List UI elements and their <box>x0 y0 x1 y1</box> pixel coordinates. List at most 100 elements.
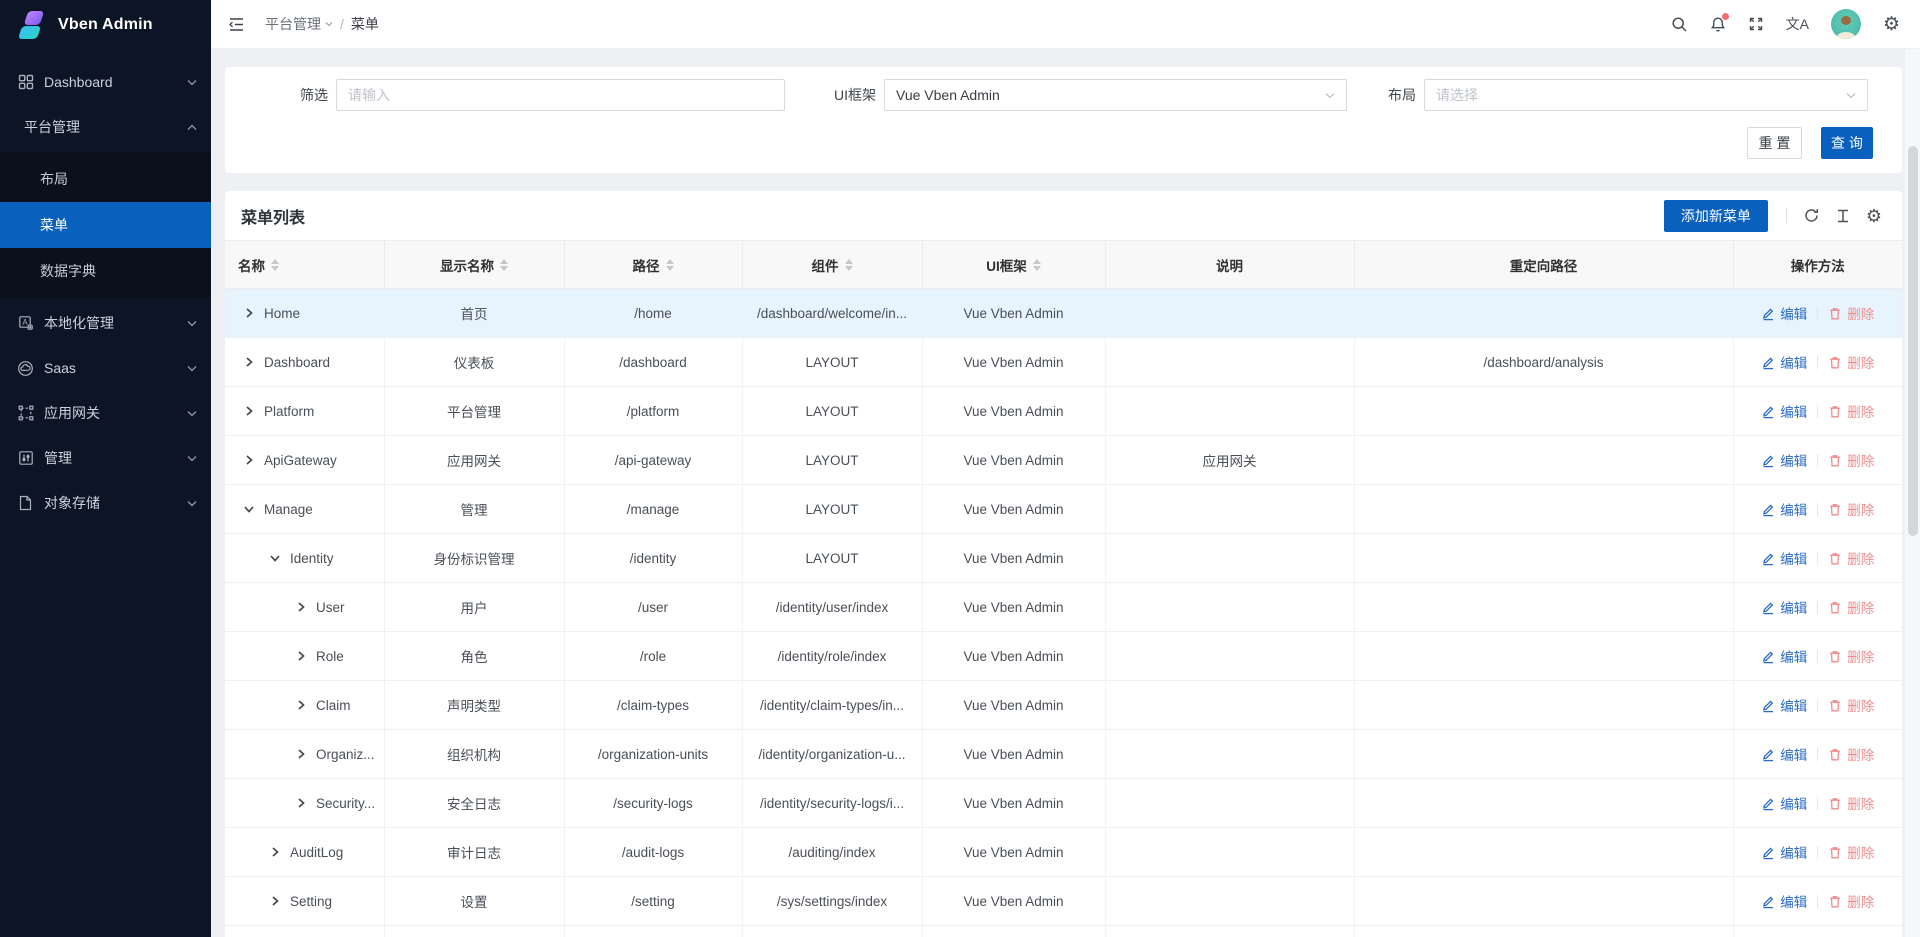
menu-description <box>1105 534 1354 583</box>
avatar[interactable] <box>1831 9 1861 39</box>
sidebar-item-localization[interactable]: A 本地化管理 <box>0 303 211 343</box>
column-header-display-name[interactable]: 显示名称 <box>384 241 564 289</box>
expand-caret-icon[interactable] <box>295 650 307 662</box>
expand-caret-icon[interactable] <box>269 846 281 858</box>
expand-caret-icon[interactable] <box>269 895 281 907</box>
edit-button[interactable]: 编辑 <box>1761 450 1807 470</box>
delete-button[interactable]: 删除 <box>1828 548 1874 568</box>
edit-button[interactable]: 编辑 <box>1761 499 1807 519</box>
edit-button[interactable]: 编辑 <box>1761 597 1807 617</box>
table-settings-icon[interactable]: ⚙ <box>1866 207 1882 225</box>
table-row[interactable]: Home 首页 /home /dashboard/welcome/in... V… <box>225 289 1902 338</box>
edit-button[interactable]: 编辑 <box>1761 646 1807 666</box>
pencil-icon <box>1761 845 1775 860</box>
delete-button[interactable]: 删除 <box>1828 842 1874 862</box>
sidebar-item-gateway[interactable]: 应用网关 <box>0 393 211 433</box>
table-row[interactable]: Role 角色 /role /identity/role/index Vue V… <box>225 632 1902 681</box>
table-row[interactable]: ApiGateway 应用网关 /api-gateway LAYOUT Vue … <box>225 436 1902 485</box>
sidebar-item-manage[interactable]: 管理 <box>0 438 211 478</box>
column-header-ui-framework[interactable]: UI框架 <box>922 241 1105 289</box>
breadcrumb-parent[interactable]: 平台管理 <box>265 14 333 34</box>
delete-button[interactable]: 删除 <box>1828 401 1874 421</box>
menu-name: Claim <box>316 698 351 713</box>
delete-button[interactable]: 删除 <box>1828 597 1874 617</box>
sidebar-item-data-dictionary[interactable]: 数据字典 <box>0 248 211 294</box>
menu-name: User <box>316 600 345 615</box>
expand-caret-icon[interactable] <box>269 552 281 564</box>
ui-framework-select[interactable]: Vue Vben Admin <box>884 79 1347 111</box>
table-row[interactable]: Setting 设置 /setting /sys/settings/index … <box>225 877 1902 926</box>
add-menu-button[interactable]: 添加新菜单 <box>1664 200 1768 232</box>
sidebar-item-saas[interactable]: Saas <box>0 348 211 388</box>
column-header-component[interactable]: 组件 <box>742 241 922 289</box>
chevron-down-icon <box>187 79 197 86</box>
expand-caret-icon[interactable] <box>295 699 307 711</box>
sidebar-item-object-storage[interactable]: 对象存储 <box>0 483 211 523</box>
search-button[interactable]: 查 询 <box>1821 127 1873 159</box>
edit-button[interactable]: 编辑 <box>1761 352 1807 372</box>
sidebar-item-platform[interactable]: 平台管理 <box>0 107 211 147</box>
expand-caret-icon[interactable] <box>295 748 307 760</box>
sidebar-collapse-icon[interactable] <box>228 16 245 33</box>
menu-path: /user <box>564 583 742 632</box>
sidebar-item-dashboard[interactable]: Dashboard <box>0 62 211 102</box>
refresh-icon[interactable] <box>1803 207 1820 224</box>
app-logo[interactable]: Vben Admin <box>0 0 211 49</box>
trash-icon <box>1828 453 1842 468</box>
table-row[interactable]: Claim 声明类型 /claim-types /identity/claim-… <box>225 681 1902 730</box>
table-row[interactable]: Platform 平台管理 /platform LAYOUT Vue Vben … <box>225 387 1902 436</box>
edit-button[interactable]: 编辑 <box>1761 793 1807 813</box>
fullscreen-icon[interactable] <box>1748 16 1764 32</box>
bell-icon[interactable] <box>1710 16 1726 33</box>
translate-icon[interactable]: 文A <box>1786 17 1809 31</box>
delete-button[interactable]: 删除 <box>1828 450 1874 470</box>
edit-button[interactable]: 编辑 <box>1761 891 1807 911</box>
delete-button[interactable]: 删除 <box>1828 793 1874 813</box>
delete-button[interactable]: 删除 <box>1828 499 1874 519</box>
table-row[interactable]: AuditLog 审计日志 /audit-logs /auditing/inde… <box>225 828 1902 877</box>
row-height-icon[interactable] <box>1835 208 1851 224</box>
delete-button[interactable]: 删除 <box>1828 891 1874 911</box>
menu-ui-framework: Vue Vben Admin <box>922 730 1105 779</box>
menu-name: Setting <box>290 894 332 909</box>
column-header-name[interactable]: 名称 <box>225 241 384 289</box>
sidebar-item-layout[interactable]: 布局 <box>0 156 211 202</box>
chevron-down-icon <box>187 410 197 417</box>
delete-button[interactable]: 删除 <box>1828 646 1874 666</box>
delete-button[interactable]: 删除 <box>1828 695 1874 715</box>
expand-caret-icon[interactable] <box>243 405 255 417</box>
delete-button[interactable]: 删除 <box>1828 303 1874 323</box>
column-header-path[interactable]: 路径 <box>564 241 742 289</box>
reset-button[interactable]: 重 置 <box>1747 127 1802 159</box>
expand-caret-icon[interactable] <box>295 797 307 809</box>
expand-caret-icon[interactable] <box>295 601 307 613</box>
edit-button[interactable]: 编辑 <box>1761 842 1807 862</box>
table-row[interactable]: Organiz... 组织机构 /organization-units /ide… <box>225 730 1902 779</box>
filter-input[interactable] <box>348 87 773 103</box>
edit-button[interactable]: 编辑 <box>1761 303 1807 323</box>
menu-component: LAYOUT <box>742 436 922 485</box>
main-content: 筛选 UI框架 Vue Vben Admin 布局 请选择 <box>211 49 1920 937</box>
table-row[interactable]: Manage 管理 /manage LAYOUT Vue Vben Admin … <box>225 485 1902 534</box>
table-row[interactable]: Security... 安全日志 /security-logs /identit… <box>225 779 1902 828</box>
expand-caret-icon[interactable] <box>243 307 255 319</box>
edit-button[interactable]: 编辑 <box>1761 548 1807 568</box>
expand-caret-icon[interactable] <box>243 503 255 515</box>
table-row[interactable]: Dashboard 仪表板 /dashboard LAYOUT Vue Vben… <box>225 338 1902 387</box>
edit-button[interactable]: 编辑 <box>1761 401 1807 421</box>
gear-icon[interactable]: ⚙ <box>1883 15 1900 34</box>
table-row[interactable]: Identity 身份标识管理 /identity LAYOUT Vue Vbe… <box>225 534 1902 583</box>
expand-caret-icon[interactable] <box>243 356 255 368</box>
edit-button[interactable]: 编辑 <box>1761 695 1807 715</box>
delete-button[interactable]: 删除 <box>1828 744 1874 764</box>
expand-caret-icon[interactable] <box>243 454 255 466</box>
scrollbar-thumb[interactable] <box>1908 146 1918 536</box>
notification-dot <box>1722 13 1729 20</box>
sidebar-item-menu[interactable]: 菜单 <box>0 202 211 248</box>
edit-button[interactable]: 编辑 <box>1761 744 1807 764</box>
search-icon[interactable] <box>1671 16 1688 33</box>
delete-button[interactable]: 删除 <box>1828 352 1874 372</box>
table-row[interactable]: User 用户 /user /identity/user/index Vue V… <box>225 583 1902 632</box>
layout-select[interactable]: 请选择 <box>1424 79 1868 111</box>
svg-text:A: A <box>22 318 28 327</box>
